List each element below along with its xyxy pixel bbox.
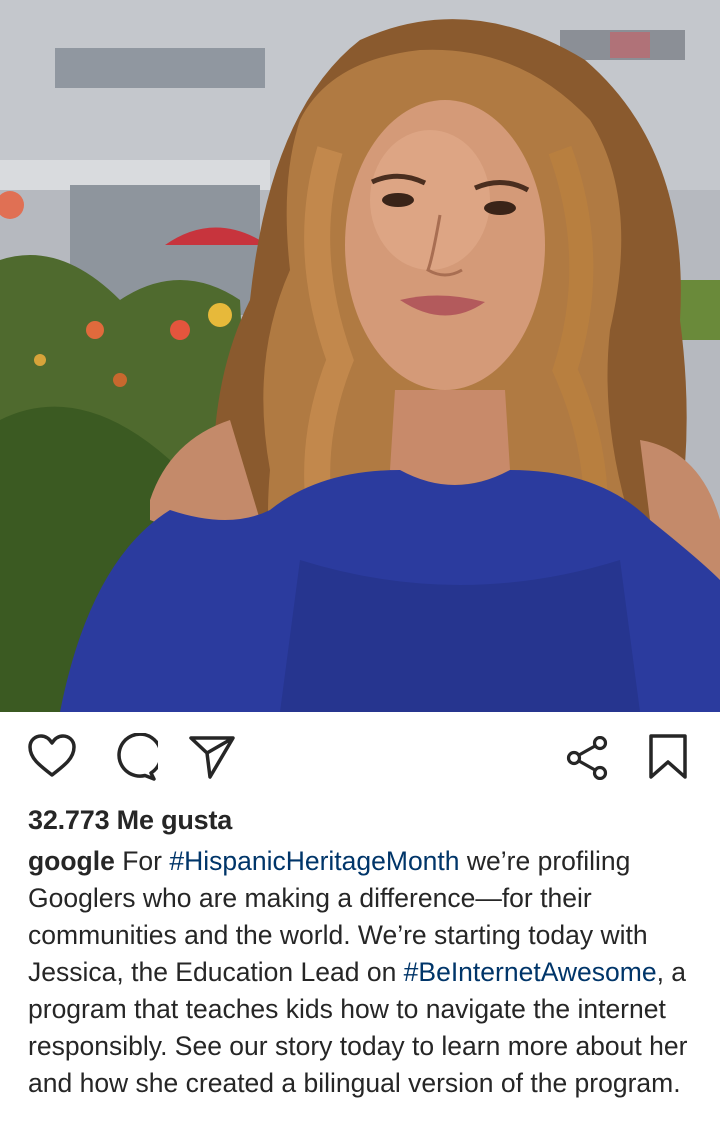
likes-count[interactable]: 32.773 Me gusta [28,805,232,836]
hashtag-link[interactable]: #BeInternetAwesome [404,957,657,987]
heart-icon [28,734,76,777]
share-nodes-icon [566,736,608,780]
post-image [0,0,720,712]
share-button[interactable] [188,733,236,779]
paper-plane-icon [189,736,235,779]
comment-icon [117,733,158,781]
comment-button[interactable] [108,733,158,781]
hashtag-link[interactable]: #HispanicHeritageMonth [169,846,459,876]
post-photo[interactable] [0,0,720,712]
like-button[interactable] [27,733,77,779]
post-caption: google For #HispanicHeritageMonth we’re … [28,843,698,1102]
collection-share-button[interactable] [566,736,610,780]
caption-username[interactable]: google [28,846,115,876]
bookmark-icon [649,734,687,779]
caption-text-1: For [114,846,170,876]
save-button[interactable] [648,733,688,781]
